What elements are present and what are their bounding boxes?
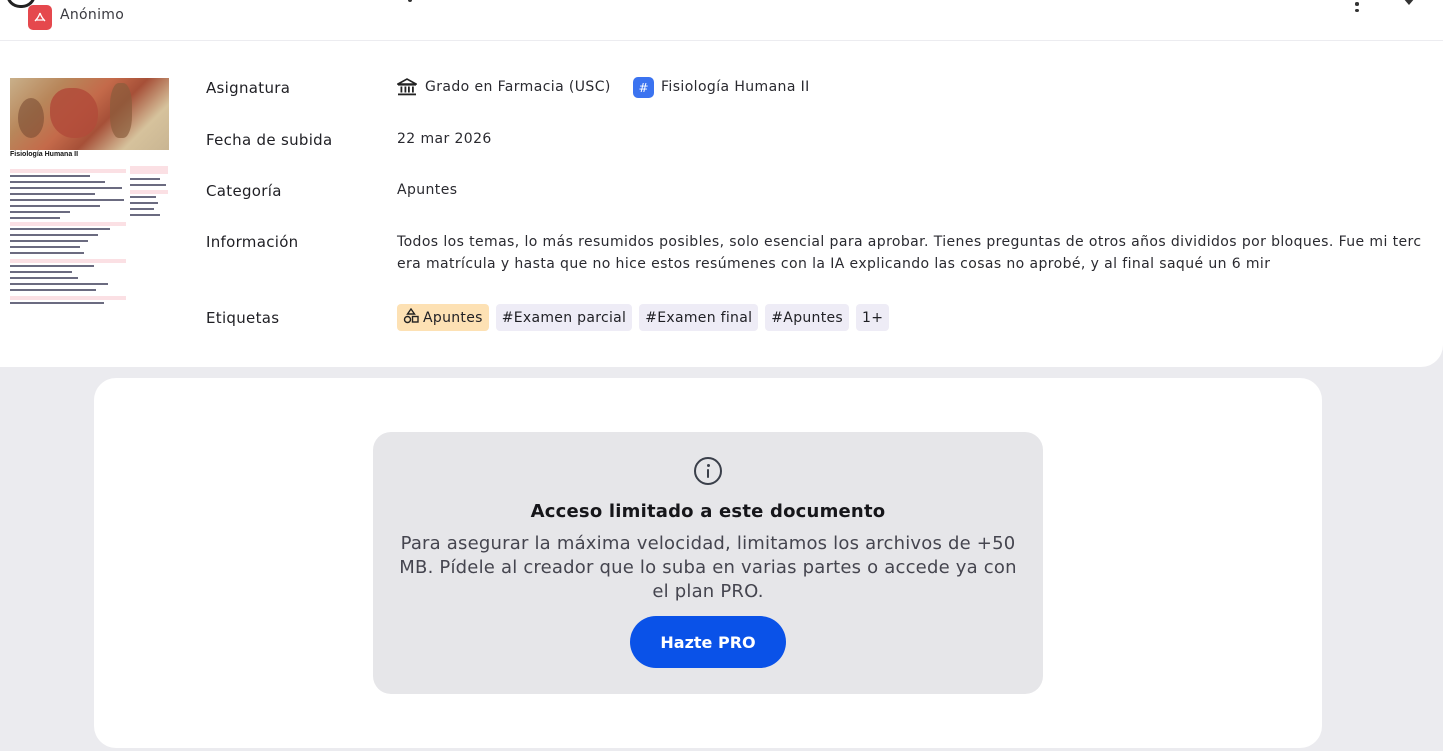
thumbnail-title: Fisiología Humana II (10, 151, 79, 158)
notice-title: Acceso limitado a este documento (530, 501, 886, 522)
download-icon[interactable] (1403, 0, 1415, 5)
pdf-icon (28, 5, 52, 30)
document-thumbnail[interactable]: Fisiología Humana II (10, 78, 169, 328)
subject-link[interactable]: Fisiología Humana II (661, 79, 810, 95)
university-icon (394, 78, 420, 96)
date-label: Fecha de subida (206, 131, 333, 149)
notice-text: Para asegurar la máxima velocidad, limit… (399, 533, 1017, 602)
more-tags-button[interactable]: 1+ (856, 304, 890, 331)
category-label: Categoría (206, 182, 282, 200)
description-text: Todos los temas, lo más resumidos posibl… (397, 234, 1422, 272)
tag-item[interactable]: #Examen parcial (495, 304, 633, 331)
document-title (408, 0, 412, 2)
info-icon (694, 457, 722, 485)
tag-item[interactable]: #Examen final (639, 304, 759, 331)
info-label: Información (206, 233, 299, 251)
tag-list: Apuntes #Examen parcial #Examen final #A… (397, 304, 890, 331)
limited-access-notice: Acceso limitado a este documento Para as… (373, 432, 1043, 694)
tag-item[interactable]: #Apuntes (765, 304, 850, 331)
author-name: Anónimo (60, 7, 125, 23)
subject-label: Asignatura (206, 79, 291, 97)
thumbnail-page-lines (10, 158, 169, 318)
upgrade-pro-button[interactable]: Hazte PRO (630, 616, 786, 668)
shapes-icon (403, 307, 419, 328)
tag-category[interactable]: Apuntes (397, 304, 489, 331)
tag-label: Apuntes (423, 309, 483, 326)
hashtag-icon: # (633, 77, 654, 98)
more-options-icon[interactable] (1350, 0, 1364, 12)
document-preview-card: Acceso limitado a este documento Para as… (94, 378, 1322, 748)
university-link[interactable]: Grado en Farmacia (USC) (425, 79, 611, 95)
upload-date: 22 mar 2026 (397, 131, 492, 147)
tags-label: Etiquetas (206, 309, 280, 327)
top-bar: Anónimo (0, 0, 1443, 41)
category-value: Apuntes (397, 182, 458, 198)
thumbnail-image (10, 78, 169, 150)
